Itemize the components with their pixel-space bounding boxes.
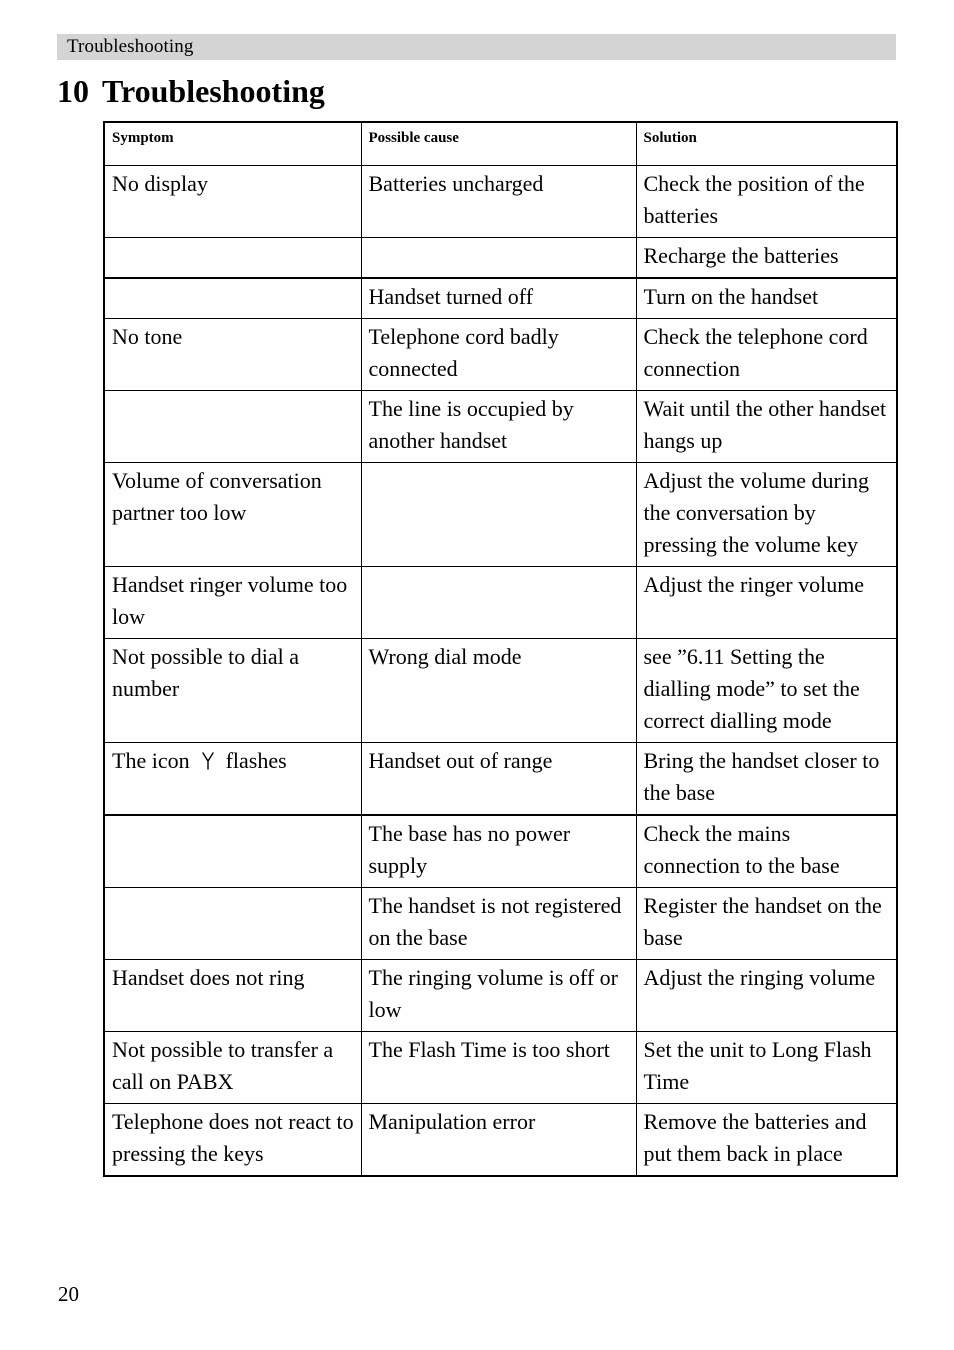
table-row: Handset turned off Turn on the handset (104, 278, 897, 319)
cell-symptom: Handset does not ring (104, 959, 362, 1032)
cell-cause: The line is occupied by another handset (361, 390, 637, 463)
table-header-row: Symptom Possible cause Solution (104, 122, 897, 166)
troubleshooting-table: Symptom Possible cause Solution No displ… (103, 121, 898, 1177)
table-row: The handset is not registered on the bas… (104, 887, 897, 960)
cell-symptom: No tone (104, 318, 362, 391)
cell-solution: Recharge the batteries (636, 237, 897, 279)
column-header-solution: Solution (636, 122, 897, 166)
table-row: Not possible to dial a number Wrong dial… (104, 638, 897, 743)
cell-solution: Adjust the ringer volume (636, 566, 897, 639)
column-header-possible-cause: Possible cause (361, 122, 637, 166)
cell-cause: Batteries uncharged (361, 165, 637, 238)
table-row: Telephone does not react to pressing the… (104, 1103, 897, 1176)
table-row: Volume of conversation partner too low A… (104, 462, 897, 567)
table-row: Not possible to transfer a call on PABX … (104, 1031, 897, 1104)
cell-symptom: The icon flashes (104, 742, 362, 816)
cell-symptom (104, 278, 362, 319)
table-row: Handset does not ring The ringing volume… (104, 959, 897, 1032)
cell-solution: Set the unit to Long Flash Time (636, 1031, 897, 1104)
cell-symptom (104, 237, 362, 279)
cell-solution: Register the handset on the base (636, 887, 897, 960)
table-row: Handset ringer volume too low Adjust the… (104, 566, 897, 639)
cell-cause: The ringing volume is off or low (361, 959, 637, 1032)
chapter-title-text: Troubleshooting (102, 73, 325, 109)
page-title: 10 Troubleshooting (57, 72, 325, 110)
cell-cause: Wrong dial mode (361, 638, 637, 743)
cell-solution: Check the mains connection to the base (636, 815, 897, 888)
page-number: 20 (58, 1282, 79, 1306)
cell-solution: Turn on the handset (636, 278, 897, 319)
cell-cause: Handset turned off (361, 278, 637, 319)
cell-solution: Check the position of the batteries (636, 165, 897, 238)
cell-symptom: Telephone does not react to pressing the… (104, 1103, 362, 1176)
cell-symptom (104, 815, 362, 888)
table-row: The base has no power supply Check the m… (104, 815, 897, 888)
cell-symptom: No display (104, 165, 362, 238)
table-row: No tone Telephone cord badly connected C… (104, 318, 897, 391)
cell-solution: Wait until the other handset hangs up (636, 390, 897, 463)
cell-cause: The base has no power supply (361, 815, 637, 888)
cell-solution: see ”6.11 Setting the dialling mode” to … (636, 638, 897, 743)
cell-cause: Manipulation error (361, 1103, 637, 1176)
cell-cause (361, 237, 637, 279)
cell-solution: Check the telephone cord connection (636, 318, 897, 391)
table-row: No display Batteries uncharged Check the… (104, 165, 897, 238)
table-header: Symptom Possible cause Solution (104, 122, 897, 166)
cell-symptom (104, 887, 362, 960)
cell-solution: Remove the batteries and put them back i… (643, 1109, 867, 1166)
running-header-band: Troubleshooting (57, 34, 896, 60)
column-header-symptom: Symptom (104, 122, 362, 166)
cell-symptom (104, 390, 362, 463)
cell-cause: The handset is not registered on the bas… (361, 887, 637, 960)
cell-cause: The Flash Time is too short (361, 1031, 637, 1104)
table-row: The line is occupied by another handset … (104, 390, 897, 463)
cell-symptom: Not possible to dial a number (104, 638, 362, 743)
antenna-icon (200, 751, 216, 771)
table-row: The icon flashes Handset out of range Bri… (104, 742, 897, 816)
cell-cause (361, 462, 637, 567)
cell-symptom: Handset ringer volume too low (104, 566, 362, 639)
chapter-number: 10 (57, 73, 89, 109)
cell-solution: Adjust the ringing volume (636, 959, 897, 1032)
cell-cause (361, 566, 637, 639)
table-body: No display Batteries uncharged Check the… (104, 165, 897, 1176)
running-header-text: Troubleshooting (67, 36, 194, 57)
symptom-text-after-icon: flashes (225, 748, 287, 773)
cell-solution: Bring the handset closer to the base (636, 742, 897, 816)
troubleshooting-table-wrapper: Symptom Possible cause Solution No displ… (103, 121, 898, 1177)
cell-symptom: Volume of conversation partner too low (104, 462, 362, 567)
symptom-text-before-icon: The icon (112, 748, 190, 773)
cell-solution: Adjust the volume during the conversatio… (636, 462, 897, 567)
cell-cause: Telephone cord badly connected (361, 318, 637, 391)
cell-cause: Handset out of range (361, 742, 637, 816)
cell-symptom: Not possible to transfer a call on PABX (104, 1031, 362, 1104)
table-row: Recharge the batteries (104, 237, 897, 279)
